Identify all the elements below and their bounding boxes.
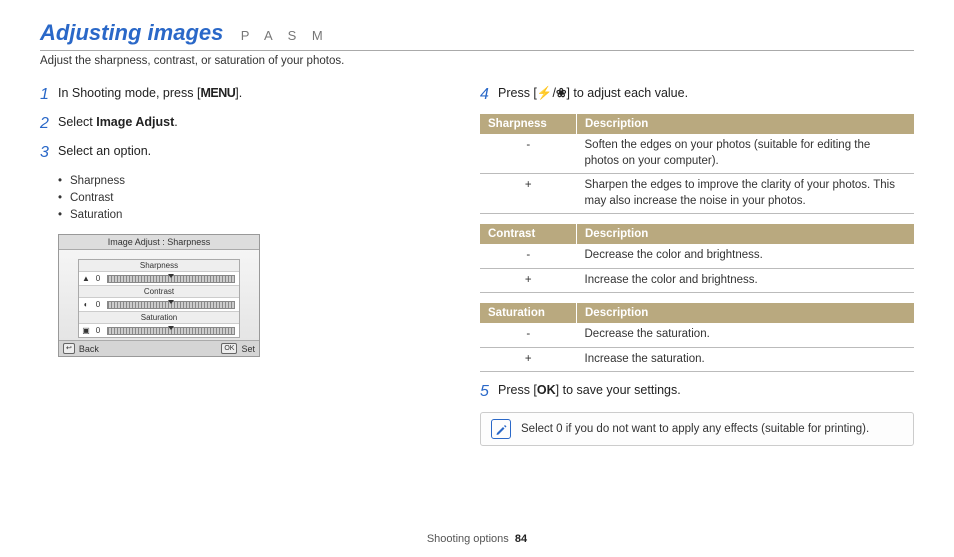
adjust-panel: Sharpness ▲ 0 Contrast ◐ 0 Saturation <box>78 259 240 338</box>
menu-button-label: MENU <box>200 86 235 100</box>
sharpness-value: 0 <box>93 274 103 283</box>
camera-screen-footer: ↩ Back OK Set <box>59 340 259 356</box>
camera-screen-illustration: Image Adjust : Sharpness Sharpness ▲ 0 <box>58 234 260 357</box>
note-box: Select 0 if you do not want to apply any… <box>480 412 914 446</box>
option-contrast: Contrast <box>58 190 420 207</box>
panel-label-sharpness: Sharpness <box>79 260 239 272</box>
title-row: Adjusting images P A S M <box>40 20 914 51</box>
table-row: - Soften the edges on your photos (suita… <box>480 134 914 174</box>
table-header: Description <box>577 114 915 134</box>
note-icon <box>491 419 511 439</box>
step-text: Press [OK] to save your settings. <box>498 382 681 400</box>
camera-screen-title: Image Adjust : Sharpness <box>59 235 259 250</box>
left-column: 1 In Shooting mode, press [MENU]. 2 Sele… <box>40 85 420 446</box>
contrast-table: Contrast Description - Decrease the colo… <box>480 224 914 293</box>
contrast-icon: ◐ <box>79 300 93 309</box>
step-text: Press [⚡/❀] to adjust each value. <box>498 85 688 103</box>
option-sharpness: Sharpness <box>58 173 420 190</box>
saturation-icon: ▣ <box>79 326 93 335</box>
step-number: 4 <box>480 85 498 104</box>
table-header: Description <box>577 303 915 323</box>
set-label: Set <box>241 344 255 354</box>
step-number: 3 <box>40 143 58 162</box>
contrast-value: 0 <box>93 300 103 309</box>
sharpness-icon: ▲ <box>79 274 93 283</box>
table-header: Contrast <box>480 224 577 244</box>
page-title: Adjusting images <box>40 20 223 46</box>
step-number: 1 <box>40 85 58 104</box>
macro-icon: ❀ <box>556 86 566 100</box>
sharpness-slider <box>103 275 239 283</box>
camera-screen-body: Sharpness ▲ 0 Contrast ◐ 0 Saturation <box>59 250 259 340</box>
step-number: 2 <box>40 114 58 133</box>
panel-label-contrast: Contrast <box>79 286 239 298</box>
step-number: 5 <box>480 382 498 401</box>
step-3-options: Sharpness Contrast Saturation <box>58 173 420 225</box>
step-text: Select an option. <box>58 143 151 161</box>
table-row: + Sharpen the edges to improve the clari… <box>480 174 914 214</box>
two-column-layout: 1 In Shooting mode, press [MENU]. 2 Sele… <box>40 85 914 446</box>
step-2: 2 Select Image Adjust. <box>40 114 420 133</box>
saturation-slider <box>103 327 239 335</box>
ok-button-label: OK <box>537 383 556 397</box>
contrast-slider <box>103 301 239 309</box>
table-row: - Decrease the color and brightness. <box>480 244 914 268</box>
panel-row-saturation: ▣ 0 <box>79 324 239 337</box>
table-row: - Decrease the saturation. <box>480 323 914 347</box>
option-saturation: Saturation <box>58 207 420 224</box>
step-4: 4 Press [⚡/❀] to adjust each value. <box>480 85 914 104</box>
step-text: Select Image Adjust. <box>58 114 178 132</box>
mode-indicator: P A S M <box>241 28 329 43</box>
right-column: 4 Press [⚡/❀] to adjust each value. Shar… <box>480 85 914 446</box>
step-text: In Shooting mode, press [MENU]. <box>58 85 242 103</box>
back-label: Back <box>79 344 99 354</box>
step-1: 1 In Shooting mode, press [MENU]. <box>40 85 420 104</box>
table-header: Sharpness <box>480 114 577 134</box>
page-subtitle: Adjust the sharpness, contrast, or satur… <box>40 55 914 67</box>
panel-row-contrast: ◐ 0 <box>79 298 239 312</box>
page-footer: Shooting options 84 <box>0 533 954 545</box>
step-5: 5 Press [OK] to save your settings. <box>480 382 914 401</box>
back-icon: ↩ <box>63 343 75 354</box>
flash-icon: ⚡ <box>537 86 553 100</box>
table-row: + Increase the saturation. <box>480 347 914 372</box>
note-text: Select 0 if you do not want to apply any… <box>521 423 869 435</box>
table-header: Saturation <box>480 303 577 323</box>
table-header: Description <box>577 224 915 244</box>
sharpness-table: Sharpness Description - Soften the edges… <box>480 114 914 214</box>
page-content: Adjusting images P A S M Adjust the shar… <box>0 0 954 446</box>
saturation-table: Saturation Description - Decrease the sa… <box>480 303 914 372</box>
table-row: + Increase the color and brightness. <box>480 268 914 293</box>
saturation-value: 0 <box>93 326 103 335</box>
panel-row-sharpness: ▲ 0 <box>79 272 239 286</box>
footer-page-number: 84 <box>515 533 527 545</box>
step-3: 3 Select an option. <box>40 143 420 162</box>
ok-icon: OK <box>221 343 237 354</box>
footer-section: Shooting options <box>427 533 509 545</box>
panel-label-saturation: Saturation <box>79 312 239 324</box>
